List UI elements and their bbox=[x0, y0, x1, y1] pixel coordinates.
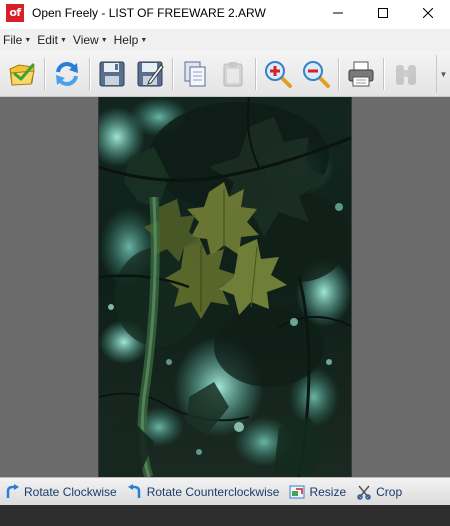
save-as-icon bbox=[137, 61, 164, 86]
menu-bar: File ▼ Edit ▼ View ▼ Help ▼ bbox=[0, 29, 450, 51]
refresh-icon bbox=[56, 61, 78, 86]
save-button[interactable] bbox=[93, 54, 131, 94]
save-as-button[interactable] bbox=[131, 54, 169, 94]
close-icon bbox=[422, 8, 433, 18]
menu-view-label: View bbox=[72, 33, 99, 47]
refresh-button[interactable] bbox=[48, 54, 86, 94]
toolbar-separator bbox=[255, 57, 256, 90]
open-button[interactable] bbox=[3, 54, 41, 94]
resize-button[interactable]: Resize bbox=[289, 484, 346, 500]
toolbar-separator bbox=[89, 57, 90, 90]
app-logo-icon: of bbox=[6, 4, 24, 22]
status-bar bbox=[0, 505, 450, 526]
title-bar: of Open Freely - LIST OF FREEWARE 2.ARW bbox=[0, 0, 450, 26]
menu-edit[interactable]: Edit ▼ bbox=[37, 33, 67, 47]
menu-help-label: Help bbox=[113, 33, 139, 47]
maximize-icon bbox=[377, 8, 388, 18]
find-button[interactable] bbox=[387, 54, 425, 94]
toolbar: ▼ bbox=[0, 51, 450, 97]
copy-icon bbox=[184, 61, 206, 86]
rotate-counterclockwise-label: Rotate Counterclockwise bbox=[146, 484, 280, 499]
open-folder-icon bbox=[9, 63, 35, 86]
rotate-counterclockwise-button[interactable]: Rotate Counterclockwise bbox=[127, 483, 280, 500]
paste-button[interactable] bbox=[214, 54, 252, 94]
chevron-down-icon: ▼ bbox=[100, 36, 108, 44]
chevron-down-icon: ▼ bbox=[59, 36, 67, 44]
menu-file[interactable]: File ▼ bbox=[3, 33, 31, 47]
rotate-counterclockwise-icon bbox=[127, 483, 143, 500]
toolbar-overflow-button[interactable]: ▼ bbox=[436, 55, 450, 93]
zoom-in-icon bbox=[265, 60, 292, 88]
photo-display bbox=[98, 97, 352, 477]
paste-icon bbox=[223, 61, 243, 86]
copy-button[interactable] bbox=[176, 54, 214, 94]
window-controls bbox=[315, 0, 450, 26]
forest-leaves-photo bbox=[99, 97, 351, 477]
toolbar-separator bbox=[338, 57, 339, 90]
menu-view[interactable]: View ▼ bbox=[73, 33, 108, 47]
rotate-clockwise-icon bbox=[4, 483, 20, 500]
minimize-button[interactable] bbox=[315, 0, 360, 26]
zoom-out-button[interactable] bbox=[297, 54, 335, 94]
resize-label: Resize bbox=[309, 484, 347, 499]
close-button[interactable] bbox=[405, 0, 450, 26]
image-viewer[interactable] bbox=[0, 97, 450, 477]
chevron-down-icon: ▼ bbox=[439, 69, 448, 79]
toolbar-separator bbox=[383, 57, 384, 90]
print-icon bbox=[348, 61, 374, 86]
minimize-icon bbox=[332, 12, 343, 14]
action-bar: Rotate Clockwise Rotate Counterclockwise… bbox=[0, 477, 450, 505]
menu-help[interactable]: Help ▼ bbox=[114, 33, 148, 47]
menu-edit-label: Edit bbox=[37, 33, 58, 47]
chevron-down-icon: ▼ bbox=[24, 36, 32, 44]
zoom-out-icon bbox=[303, 60, 330, 88]
print-button[interactable] bbox=[342, 54, 380, 94]
chevron-down-icon: ▼ bbox=[140, 36, 148, 44]
zoom-in-button[interactable] bbox=[259, 54, 297, 94]
resize-icon bbox=[289, 484, 305, 500]
crop-icon bbox=[356, 484, 372, 500]
menu-file-label: File bbox=[3, 33, 23, 47]
rotate-clockwise-label: Rotate Clockwise bbox=[24, 484, 117, 499]
binoculars-icon bbox=[396, 64, 416, 85]
crop-label: Crop bbox=[376, 484, 403, 499]
crop-button[interactable]: Crop bbox=[356, 484, 402, 500]
maximize-button[interactable] bbox=[360, 0, 405, 26]
toolbar-separator bbox=[172, 57, 173, 90]
save-icon bbox=[99, 61, 125, 86]
window-title: Open Freely - LIST OF FREEWARE 2.ARW bbox=[32, 6, 266, 20]
rotate-clockwise-button[interactable]: Rotate Clockwise bbox=[4, 483, 117, 500]
toolbar-separator bbox=[44, 57, 45, 90]
